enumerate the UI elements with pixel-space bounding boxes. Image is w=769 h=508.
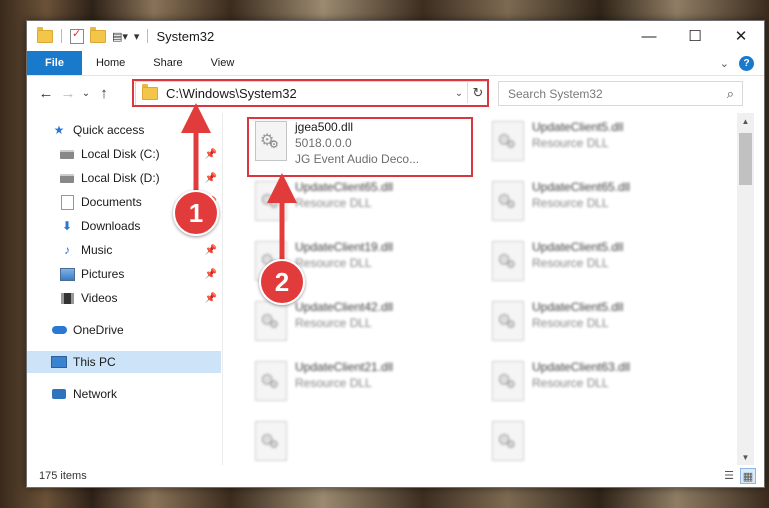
callout-step-1: 1 [173, 190, 219, 236]
annotation-arrows [181, 103, 297, 262]
callout-step-2: 2 [259, 259, 305, 305]
